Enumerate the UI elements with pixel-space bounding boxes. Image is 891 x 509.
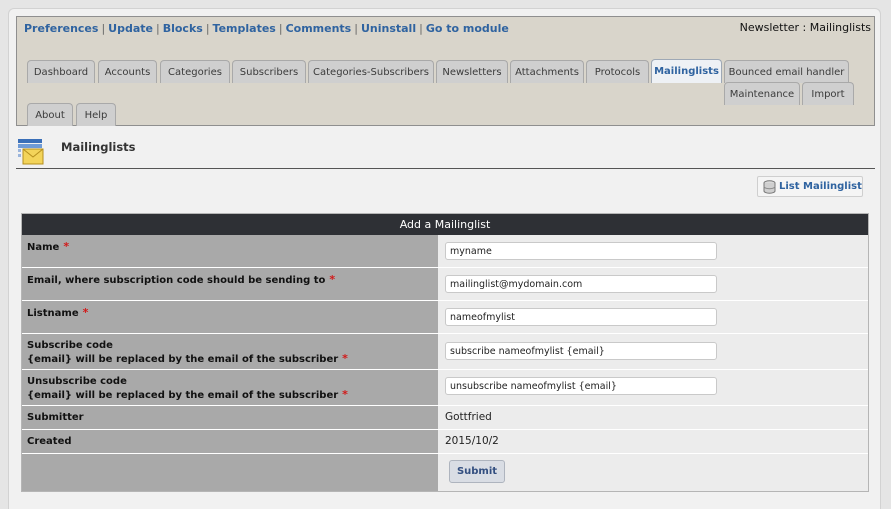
title-divider — [16, 168, 875, 169]
subscribe-hint: {email} will be replaced by the email of… — [27, 354, 339, 365]
add-mailinglist-form: Add a Mailinglist Name* Email, where sub… — [21, 213, 869, 492]
subscribe-label-cell: Subscribe code {email} will be replaced … — [22, 334, 438, 369]
subscribe-row: Subscribe code {email} will be replaced … — [22, 334, 868, 370]
submitter-value: Gottfried — [445, 411, 492, 423]
mailinglist-icon — [17, 138, 45, 166]
comments-link[interactable]: Comments — [286, 22, 352, 35]
subscribe-value-cell — [439, 334, 868, 369]
created-value: 2015/10/2 — [445, 435, 499, 447]
unsubscribe-label: Unsubscribe code — [27, 376, 127, 387]
unsubscribe-label-cell: Unsubscribe code {email} will be replace… — [22, 370, 438, 405]
tab-dashboard[interactable]: Dashboard — [27, 60, 95, 83]
name-row: Name * — [22, 235, 868, 268]
list-mailinglist-label: List Mailinglist — [779, 181, 862, 192]
preferences-link[interactable]: Preferences — [24, 22, 98, 35]
go-to-module-link[interactable]: Go to module — [426, 22, 509, 35]
email-input[interactable] — [445, 275, 717, 293]
submit-value-cell: Submit — [439, 454, 868, 491]
subscribe-label: Subscribe code — [27, 340, 113, 351]
blocks-link[interactable]: Blocks — [163, 22, 203, 35]
tab-newsletters[interactable]: Newsletters — [436, 60, 508, 83]
tab-categories-subscribers[interactable]: Categories-Subscribers — [308, 60, 434, 83]
page-title: Mailinglists — [61, 140, 136, 154]
tab-protocols[interactable]: Protocols — [586, 60, 649, 83]
submitter-label: Submitter — [22, 406, 438, 429]
admin-links: Preferences | Update | Blocks | Templates | Comm… — [24, 22, 509, 35]
list-mailinglist-button[interactable]: List Mailinglist — [757, 176, 863, 197]
name-label-cell: Name * — [22, 235, 438, 267]
unsubscribe-row: Unsubscribe code {email} will be replace… — [22, 370, 868, 406]
created-row: Created 2015/10/2 — [22, 430, 868, 454]
name-input[interactable] — [445, 242, 717, 260]
templates-link[interactable]: Templates — [213, 22, 276, 35]
form-title: Add a Mailinglist — [22, 214, 868, 235]
email-label-cell: Email, where subscription code should be… — [22, 268, 438, 300]
required-marker: * — [82, 306, 89, 319]
tab-attachments[interactable]: Attachments — [510, 60, 584, 83]
listname-input[interactable] — [445, 308, 717, 326]
listname-label: Listname — [27, 308, 79, 319]
submit-button[interactable]: Submit — [449, 460, 505, 483]
tab-import[interactable]: Import — [802, 82, 854, 105]
tab-bounced-email-handler[interactable]: Bounced email handler — [724, 60, 849, 83]
unsubscribe-value-cell — [439, 370, 868, 405]
name-label: Name — [27, 242, 60, 253]
submit-row: Submit — [22, 454, 868, 491]
module-title: Newsletter : Mailinglists — [739, 21, 871, 34]
listname-value-cell — [439, 301, 868, 333]
email-row: Email, where subscription code should be… — [22, 268, 868, 301]
tab-help[interactable]: Help — [76, 103, 116, 126]
tab-maintenance[interactable]: Maintenance — [724, 82, 800, 105]
required-marker: * — [329, 273, 336, 286]
unsubscribe-code-input[interactable] — [445, 377, 717, 395]
submitter-row: Submitter Gottfried — [22, 406, 868, 430]
listname-row: Listname * — [22, 301, 868, 334]
tab-categories[interactable]: Categories — [160, 60, 230, 83]
tab-accounts[interactable]: Accounts — [98, 60, 157, 83]
created-label: Created — [22, 430, 438, 453]
subscribe-code-input[interactable] — [445, 342, 717, 360]
required-marker: * — [63, 240, 70, 253]
uninstall-link[interactable]: Uninstall — [361, 22, 416, 35]
name-value-cell — [439, 235, 868, 267]
tab-about[interactable]: About — [27, 103, 73, 126]
update-link[interactable]: Update — [108, 22, 153, 35]
submit-label-cell — [22, 454, 438, 491]
required-marker: * — [342, 388, 348, 401]
database-icon — [763, 180, 776, 194]
unsubscribe-hint: {email} will be replaced by the email of… — [27, 390, 339, 401]
created-value-cell: 2015/10/2 — [439, 430, 868, 453]
submitter-value-cell: Gottfried — [439, 406, 868, 429]
listname-label-cell: Listname * — [22, 301, 438, 333]
tab-subscribers[interactable]: Subscribers — [232, 60, 306, 83]
required-marker: * — [342, 352, 348, 365]
admin-header: Preferences | Update | Blocks | Templates | Comm… — [16, 16, 875, 126]
tab-mailinglists[interactable]: Mailinglists — [651, 59, 722, 83]
email-value-cell — [439, 268, 868, 300]
email-label: Email, where subscription code should be… — [27, 275, 326, 286]
